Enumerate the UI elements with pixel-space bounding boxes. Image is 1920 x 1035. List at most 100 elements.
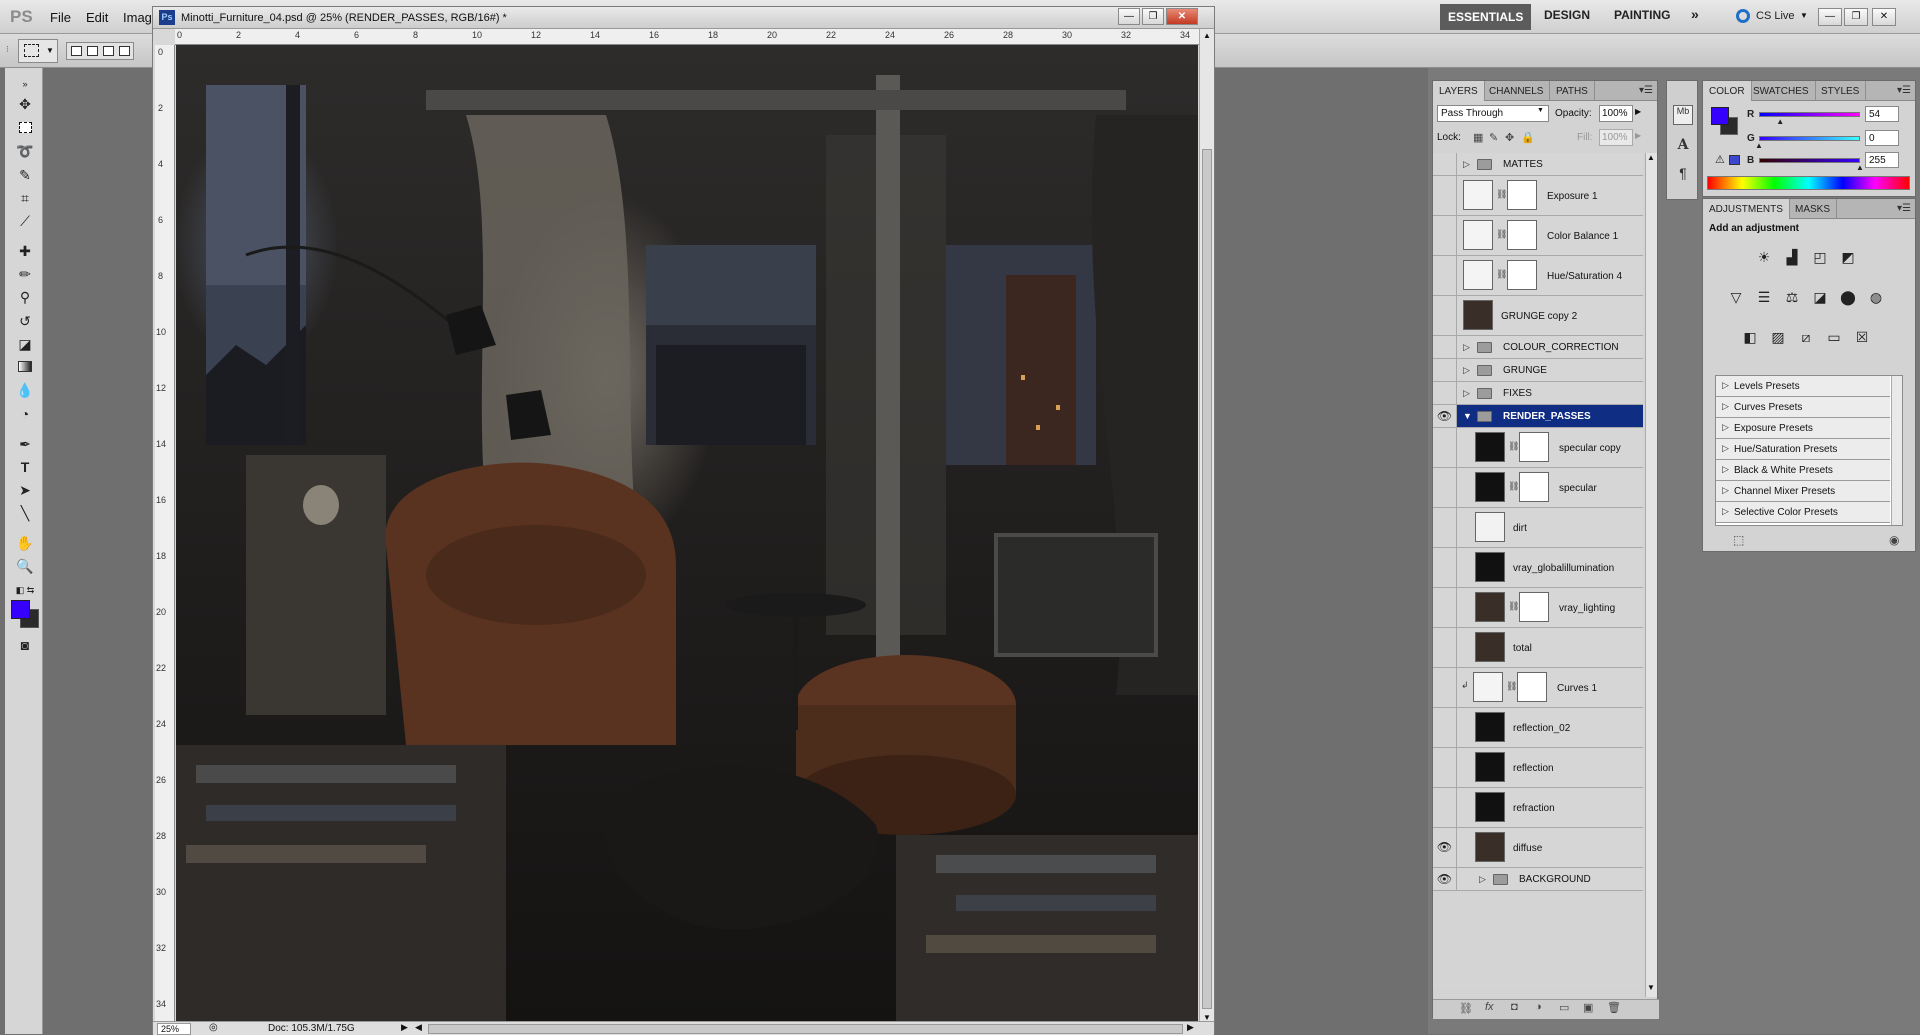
- invert-icon[interactable]: ◧: [1739, 329, 1761, 349]
- brush-tool-icon[interactable]: ✏: [14, 264, 36, 284]
- delete-layer-icon[interactable]: 🗑: [1607, 1001, 1621, 1014]
- foreground-color-chip[interactable]: [1711, 107, 1729, 125]
- mask-link-icon[interactable]: ⛓: [1496, 229, 1507, 240]
- layer-row[interactable]: ⛓ Color Balance 1: [1433, 216, 1643, 256]
- layer-group-row[interactable]: ▷ GRUNGE: [1433, 359, 1643, 382]
- doc-minimize-button[interactable]: —: [1118, 8, 1140, 25]
- layer-mask-thumbnail[interactable]: [1507, 220, 1537, 250]
- layer-style-icon[interactable]: fx: [1485, 1001, 1494, 1013]
- layer-group-row[interactable]: ▷ FIXES: [1433, 382, 1643, 405]
- return-to-list-icon[interactable]: ⬚: [1733, 533, 1744, 547]
- visibility-eye-icon[interactable]: [1433, 296, 1457, 335]
- visibility-eye-icon[interactable]: [1433, 176, 1457, 215]
- preset-item[interactable]: ▷ Exposure Presets: [1716, 418, 1890, 439]
- visibility-eye-icon[interactable]: [1433, 628, 1457, 667]
- workspace-painting-button[interactable]: PAINTING: [1614, 8, 1670, 22]
- menu-file[interactable]: File: [50, 10, 71, 25]
- tab-adjustments[interactable]: ADJUSTMENTS: [1703, 199, 1790, 219]
- scroll-down-icon[interactable]: ▼: [1647, 983, 1655, 992]
- mask-link-icon[interactable]: ⛓: [1496, 269, 1507, 280]
- expand-triangle-icon[interactable]: ▷: [1463, 365, 1470, 376]
- posterize-icon[interactable]: ▨: [1767, 329, 1789, 349]
- visibility-eye-icon[interactable]: [1433, 748, 1457, 787]
- expand-triangle-icon[interactable]: ▷: [1463, 159, 1470, 170]
- visibility-eye-icon[interactable]: [1433, 708, 1457, 747]
- lock-all-icon[interactable]: 🔒: [1521, 131, 1535, 144]
- tool-preset-picker[interactable]: ▼: [18, 39, 58, 63]
- layer-mask-thumbnail[interactable]: [1507, 260, 1537, 290]
- visibility-eye-icon[interactable]: [1433, 428, 1457, 467]
- scroll-thumb[interactable]: [1202, 149, 1212, 1009]
- visibility-eye-icon[interactable]: [1433, 216, 1457, 255]
- quick-selection-tool-icon[interactable]: ✎: [14, 165, 36, 185]
- layer-group-row[interactable]: 👁 ▷ BACKGROUND: [1433, 868, 1643, 891]
- visibility-eye-icon[interactable]: [1433, 256, 1457, 295]
- app-restore-button[interactable]: ❐: [1844, 8, 1868, 26]
- tab-paths[interactable]: PATHS: [1550, 81, 1595, 101]
- document-title-bar[interactable]: Ps Minotti_Furniture_04.psd @ 25% (RENDE…: [153, 7, 1214, 29]
- visibility-eye-icon[interactable]: [1433, 382, 1457, 404]
- exposure-icon[interactable]: ◩: [1837, 249, 1859, 269]
- levels-icon[interactable]: ▟: [1781, 249, 1803, 269]
- paragraph-panel-icon[interactable]: ¶: [1673, 165, 1693, 185]
- mask-link-icon[interactable]: ⛓: [1506, 681, 1517, 692]
- layer-row[interactable]: 👁 diffuse: [1433, 828, 1643, 868]
- zoom-field[interactable]: 25%: [157, 1023, 191, 1035]
- r-value[interactable]: 54: [1865, 106, 1899, 122]
- hue-saturation-icon[interactable]: ☰: [1753, 289, 1775, 309]
- visibility-eye-icon[interactable]: [1433, 359, 1457, 381]
- opacity-field[interactable]: 100%: [1599, 105, 1633, 122]
- hscroll-left-icon[interactable]: ◀: [415, 1022, 422, 1033]
- path-selection-tool-icon[interactable]: ➤: [14, 480, 36, 500]
- add-selection-icon[interactable]: [87, 46, 98, 56]
- color-spectrum-bar[interactable]: [1707, 176, 1910, 190]
- pen-tool-icon[interactable]: ✒: [14, 434, 36, 454]
- layer-group-row[interactable]: ▷ COLOUR_CORRECTION: [1433, 336, 1643, 359]
- new-group-icon[interactable]: ▭: [1559, 1001, 1569, 1014]
- opacity-arrow-icon[interactable]: ▶: [1635, 107, 1641, 116]
- expand-triangle-icon[interactable]: ▷: [1479, 874, 1486, 885]
- link-layers-icon[interactable]: ⛓: [1459, 1002, 1473, 1015]
- fill-arrow-icon[interactable]: ▶: [1635, 131, 1641, 140]
- blur-tool-icon[interactable]: 💧: [14, 380, 36, 400]
- gamut-swatch[interactable]: [1729, 155, 1740, 165]
- tab-layers[interactable]: LAYERS: [1433, 81, 1485, 101]
- tab-styles[interactable]: STYLES: [1815, 81, 1867, 101]
- visibility-eye-icon[interactable]: [1433, 548, 1457, 587]
- layer-row[interactable]: ⛓ Exposure 1: [1433, 176, 1643, 216]
- move-tool-icon[interactable]: ✥: [14, 94, 36, 114]
- threshold-icon[interactable]: ⧄: [1795, 329, 1817, 349]
- doc-close-button[interactable]: ✕: [1166, 8, 1198, 25]
- workspace-essentials-button[interactable]: ESSENTIALS: [1440, 4, 1532, 30]
- lock-position-icon[interactable]: ✥: [1505, 131, 1514, 144]
- zoom-tool-icon[interactable]: 🔍: [14, 556, 36, 576]
- preset-item[interactable]: ▷ Black & White Presets: [1716, 460, 1890, 481]
- eraser-tool-icon[interactable]: ◪: [14, 334, 36, 354]
- layer-row[interactable]: total: [1433, 628, 1643, 668]
- expand-triangle-icon[interactable]: ▷: [1463, 388, 1470, 399]
- workspace-design-button[interactable]: DESIGN: [1544, 8, 1590, 22]
- status-arrow-icon[interactable]: ▶: [401, 1022, 408, 1033]
- presets-scrollbar[interactable]: [1891, 376, 1902, 525]
- g-value[interactable]: 0: [1865, 130, 1899, 146]
- preset-item[interactable]: ▷ Curves Presets: [1716, 397, 1890, 418]
- add-mask-icon[interactable]: ◘: [1511, 1001, 1518, 1013]
- default-colors-icon[interactable]: ◧ ⇆: [14, 580, 36, 600]
- photo-filter-icon[interactable]: ⬤: [1837, 289, 1859, 309]
- layer-mask-thumbnail[interactable]: [1517, 672, 1547, 702]
- new-adjustment-icon[interactable]: ◑: [1535, 1001, 1542, 1013]
- layer-row[interactable]: refraction: [1433, 788, 1643, 828]
- layer-row[interactable]: ⛓ specular: [1433, 468, 1643, 508]
- visibility-eye-icon[interactable]: [1433, 788, 1457, 827]
- channel-mixer-icon[interactable]: ◍: [1865, 289, 1887, 309]
- b-value[interactable]: 255: [1865, 152, 1899, 168]
- brightness-contrast-icon[interactable]: ☀: [1753, 249, 1775, 269]
- mask-link-icon[interactable]: ⛓: [1508, 441, 1519, 452]
- horizontal-scrollbar[interactable]: [428, 1024, 1183, 1034]
- g-slider-handle[interactable]: ▲: [1755, 141, 1763, 150]
- status-menu-icon[interactable]: ◎: [209, 1022, 218, 1033]
- hand-tool-icon[interactable]: ✋: [14, 533, 36, 553]
- menu-edit[interactable]: Edit: [86, 10, 108, 25]
- new-selection-icon[interactable]: [71, 46, 82, 56]
- lock-pixels-icon[interactable]: ✎: [1489, 131, 1498, 144]
